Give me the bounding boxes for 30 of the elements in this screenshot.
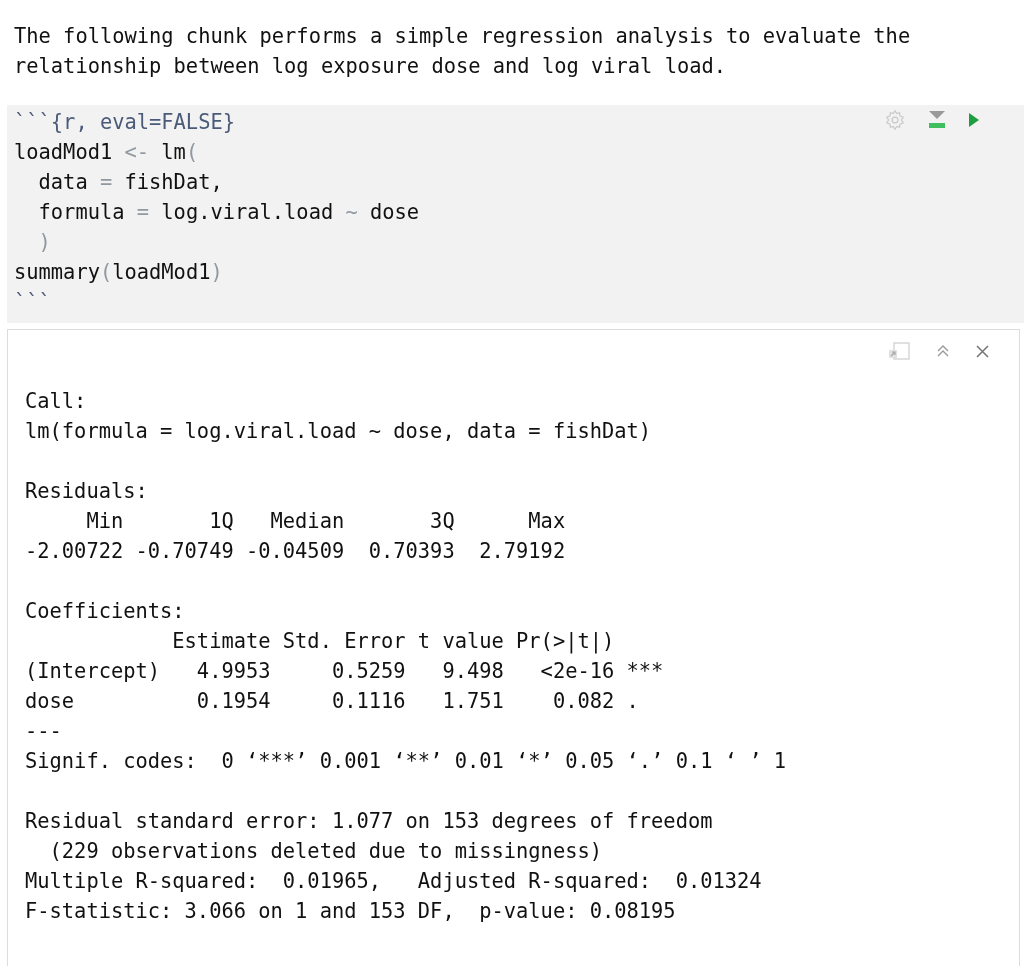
output-line: Signif. codes: 0 ‘***’ 0.001 ‘**’ 0.01 ‘*’ 0.05 ‘.’ 0.1 ‘ ’ 1: [25, 748, 787, 775]
output-line: Multiple R-squared: 0.01965, Adjusted R-squared: 0.01324: [25, 868, 763, 895]
output-line: (Intercept) 4.9953 0.5259 9.498 <2e-16 ***: [25, 658, 664, 685]
popout-icon[interactable]: [888, 342, 910, 360]
code-line: summary(loadMod1): [14, 259, 223, 286]
output-line: F-statistic: 3.066 on 1 and 153 DF, p-value: 0.08195: [25, 898, 676, 925]
output-line: Min 1Q Median 3Q Max: [85, 508, 567, 535]
output-line: Residual standard error: 1.077 on 153 degrees of freedom: [25, 808, 713, 835]
play-icon[interactable]: [968, 112, 980, 128]
output-line: lm(formula = log.viral.load ~ dose, data = fishDat): [25, 418, 652, 445]
output-line: Estimate Std. Error t value Pr(>|t|): [171, 628, 616, 656]
output-line: Call:: [25, 388, 87, 415]
code-line: ```: [14, 289, 51, 316]
prose-line: relationship between log exposure dose and log viral load.: [14, 53, 727, 80]
code-line: loadMod1 <- lm(: [14, 139, 199, 166]
prose-line: The following chunk performs a simple regression analysis to evaluate the: [14, 23, 911, 50]
close-icon[interactable]: [976, 344, 989, 358]
code-line: ```{r, eval=FALSE}: [14, 109, 235, 136]
output-line: -2.00722 -0.70749 -0.04509 0.70393 2.79192: [25, 538, 567, 565]
output-line: dose 0.1954 0.1116 1.751 0.082 .: [25, 688, 640, 715]
output-line: ---: [25, 718, 62, 745]
settings-icon[interactable]: [884, 109, 906, 131]
collapse-icon[interactable]: [936, 344, 950, 358]
code-line: formula = log.viral.load ~ dose: [37, 199, 420, 226]
output-line: Coefficients:: [25, 598, 185, 625]
output-line: Residuals:: [25, 478, 148, 505]
code-line: ): [37, 229, 51, 256]
code-line: data = fishDat,: [37, 169, 223, 196]
run-above-icon[interactable]: [928, 110, 946, 130]
output-line: (229 observations deleted due to missingness): [48, 838, 602, 865]
